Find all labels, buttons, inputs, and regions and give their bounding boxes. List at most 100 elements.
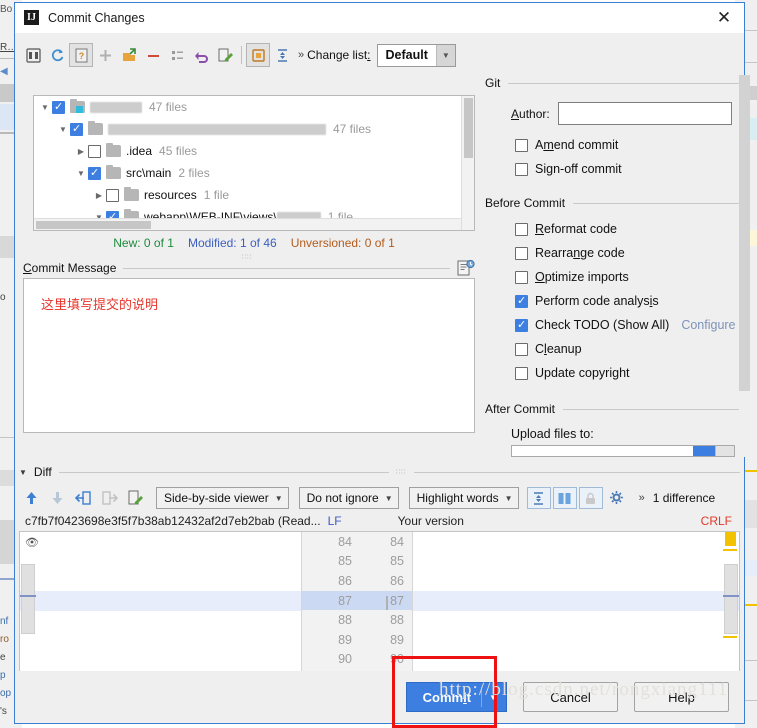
diff-right-minimap-scrollbar[interactable] — [724, 564, 738, 634]
update-copyright-checkbox[interactable] — [515, 366, 528, 380]
viewer-mode-combo[interactable]: Side-by-side viewer ▼ — [156, 487, 289, 509]
toolbar-separator — [241, 46, 242, 64]
scrollbar-thumb[interactable] — [464, 98, 473, 158]
chevron-down-icon[interactable]: ▼ — [275, 494, 283, 503]
diff-text-caret — [386, 596, 388, 610]
remove-icon[interactable] — [141, 43, 165, 67]
tree-twisty-icon[interactable]: ▶ — [74, 147, 88, 156]
show-unversioned-icon[interactable]: ? — [69, 43, 93, 67]
chevron-down-icon[interactable]: ▼ — [435, 44, 455, 66]
chevron-down-icon[interactable]: ▼ — [505, 494, 513, 503]
tree-twisty-icon[interactable]: ▼ — [56, 125, 70, 134]
perform-code-analysis-checkbox[interactable] — [515, 294, 528, 308]
close-icon[interactable]: ✕ — [704, 3, 744, 32]
apply-right-icon[interactable] — [97, 487, 121, 509]
tree-row-label: src\main — [126, 166, 172, 180]
revert-icon[interactable] — [189, 43, 213, 67]
tree-twisty-icon[interactable]: ▼ — [74, 169, 88, 178]
edit-source-icon[interactable] — [213, 43, 237, 67]
refresh-icon[interactable] — [45, 43, 69, 67]
diff-toolbar-overflow-icon[interactable]: » — [639, 492, 645, 504]
tree-checkbox[interactable] — [106, 188, 119, 202]
changed-files-tree[interactable]: ▼ 47 files ▼ 47 files ▶ — [33, 95, 475, 231]
show-diff-icon[interactable] — [21, 43, 45, 67]
amend-commit-row[interactable]: Amend commit — [515, 133, 743, 157]
amend-commit-checkbox[interactable] — [515, 138, 528, 152]
tree-horizontal-scrollbar[interactable] — [34, 218, 461, 230]
move-to-changelist-icon[interactable] — [117, 43, 141, 67]
settings-gear-icon[interactable] — [605, 487, 629, 509]
cleanup-checkbox[interactable] — [515, 342, 528, 356]
group-by-icon[interactable] — [165, 43, 189, 67]
signoff-commit-row[interactable]: Sign-off commit — [515, 157, 743, 181]
synchronize-scroll-icon[interactable] — [552, 487, 577, 509]
update-copyright-row[interactable]: Update copyright — [515, 361, 743, 385]
check-todo-row[interactable]: Check TODO (Show All) Configure — [515, 313, 743, 337]
tree-twisty-icon[interactable]: ▼ — [38, 103, 52, 112]
diff-left-minimap-scrollbar[interactable] — [21, 564, 35, 634]
tree-twisty-icon[interactable]: ▶ — [92, 191, 106, 200]
commit-button[interactable]: Commit ▼ — [405, 682, 507, 712]
next-difference-icon[interactable] — [45, 487, 69, 509]
cancel-button[interactable]: Cancel — [523, 682, 618, 712]
tree-row[interactable]: ▼ src\main 2 files — [34, 162, 474, 184]
tree-checkbox[interactable] — [88, 144, 101, 158]
chevron-down-icon[interactable]: ▼ — [385, 494, 393, 503]
rearrange-code-checkbox[interactable] — [515, 246, 528, 260]
options-vertical-scrollbar[interactable] — [739, 75, 750, 457]
tree-checkbox[interactable] — [70, 122, 83, 136]
ignore-mode-combo[interactable]: Do not ignore ▼ — [298, 487, 399, 509]
cleanup-row[interactable]: Cleanup — [515, 337, 743, 361]
check-todo-checkbox[interactable] — [515, 318, 528, 332]
eye-icon[interactable]: 👁 — [25, 536, 39, 549]
divider — [563, 408, 743, 410]
commit-options-panel: Git Author: Amend commit Sign-off commit… — [485, 75, 743, 457]
reformat-code-row[interactable]: Reformat code — [515, 217, 743, 241]
chevron-down-icon[interactable]: ▼ — [489, 693, 497, 702]
diff-twisty-icon[interactable]: ▼ — [19, 468, 27, 477]
edit-source-icon[interactable] — [123, 487, 147, 509]
toolbar-overflow-icon[interactable]: » — [298, 49, 304, 61]
apply-left-icon[interactable] — [71, 487, 95, 509]
tree-row[interactable]: ▶ .idea 45 files — [34, 140, 474, 162]
intellij-logo-icon: IJ — [24, 10, 39, 25]
tree-row[interactable]: ▼ 47 files — [34, 118, 474, 140]
help-button[interactable]: Help — [634, 682, 729, 712]
configure-todo-link[interactable]: Configure — [681, 318, 735, 332]
cleanup-label: Cleanup — [535, 342, 582, 356]
tree-row[interactable]: ▼ 47 files — [34, 96, 474, 118]
upload-target-combo[interactable] — [511, 445, 735, 457]
tree-vertical-scrollbar[interactable] — [461, 96, 474, 230]
collapse-all-icon[interactable] — [270, 43, 294, 67]
highlight-mode-combo[interactable]: Highlight words ▼ — [408, 487, 519, 509]
reformat-code-checkbox[interactable] — [515, 222, 528, 236]
tree-row[interactable]: ▶ resources 1 file — [34, 184, 474, 206]
difference-count: 1 difference — [652, 491, 716, 505]
expand-collapse-icon[interactable] — [246, 43, 270, 67]
signoff-commit-checkbox[interactable] — [515, 162, 528, 176]
previous-difference-icon[interactable] — [19, 487, 43, 509]
author-input[interactable] — [557, 102, 732, 125]
diff-section-header[interactable]: ▼ Diff ∷∷ — [19, 463, 740, 481]
chevron-down-icon[interactable] — [715, 446, 734, 456]
tree-row-count: 2 files — [178, 166, 210, 180]
lock-icon[interactable] — [578, 487, 603, 509]
scrollbar-thumb[interactable] — [739, 75, 750, 391]
add-icon[interactable] — [93, 43, 117, 67]
rearrange-code-row[interactable]: Rearrange code — [515, 241, 743, 265]
changes-toolbar: ? » Change list: Default ▼ — [17, 41, 742, 69]
diff-right-line-separator[interactable]: CRLF — [701, 514, 732, 528]
perform-code-analysis-row[interactable]: Perform code analysis — [515, 289, 743, 313]
scrollbar-thumb[interactable] — [36, 221, 151, 229]
reformat-code-label: Reformat code — [535, 222, 617, 236]
tree-checkbox[interactable] — [88, 166, 101, 180]
collapse-unchanged-icon[interactable] — [526, 487, 551, 509]
optimize-imports-checkbox[interactable] — [515, 270, 528, 284]
splitter-grip[interactable]: ∷∷ — [396, 468, 407, 476]
commit-message-input[interactable]: 这里填写提交的说明 — [23, 278, 475, 433]
optimize-imports-row[interactable]: Optimize imports — [515, 265, 743, 289]
message-history-icon[interactable] — [457, 259, 475, 276]
tree-checkbox[interactable] — [52, 100, 65, 114]
diff-left-line-separator[interactable]: LF — [328, 514, 342, 528]
changelist-combo[interactable]: Default ▼ — [376, 43, 456, 67]
